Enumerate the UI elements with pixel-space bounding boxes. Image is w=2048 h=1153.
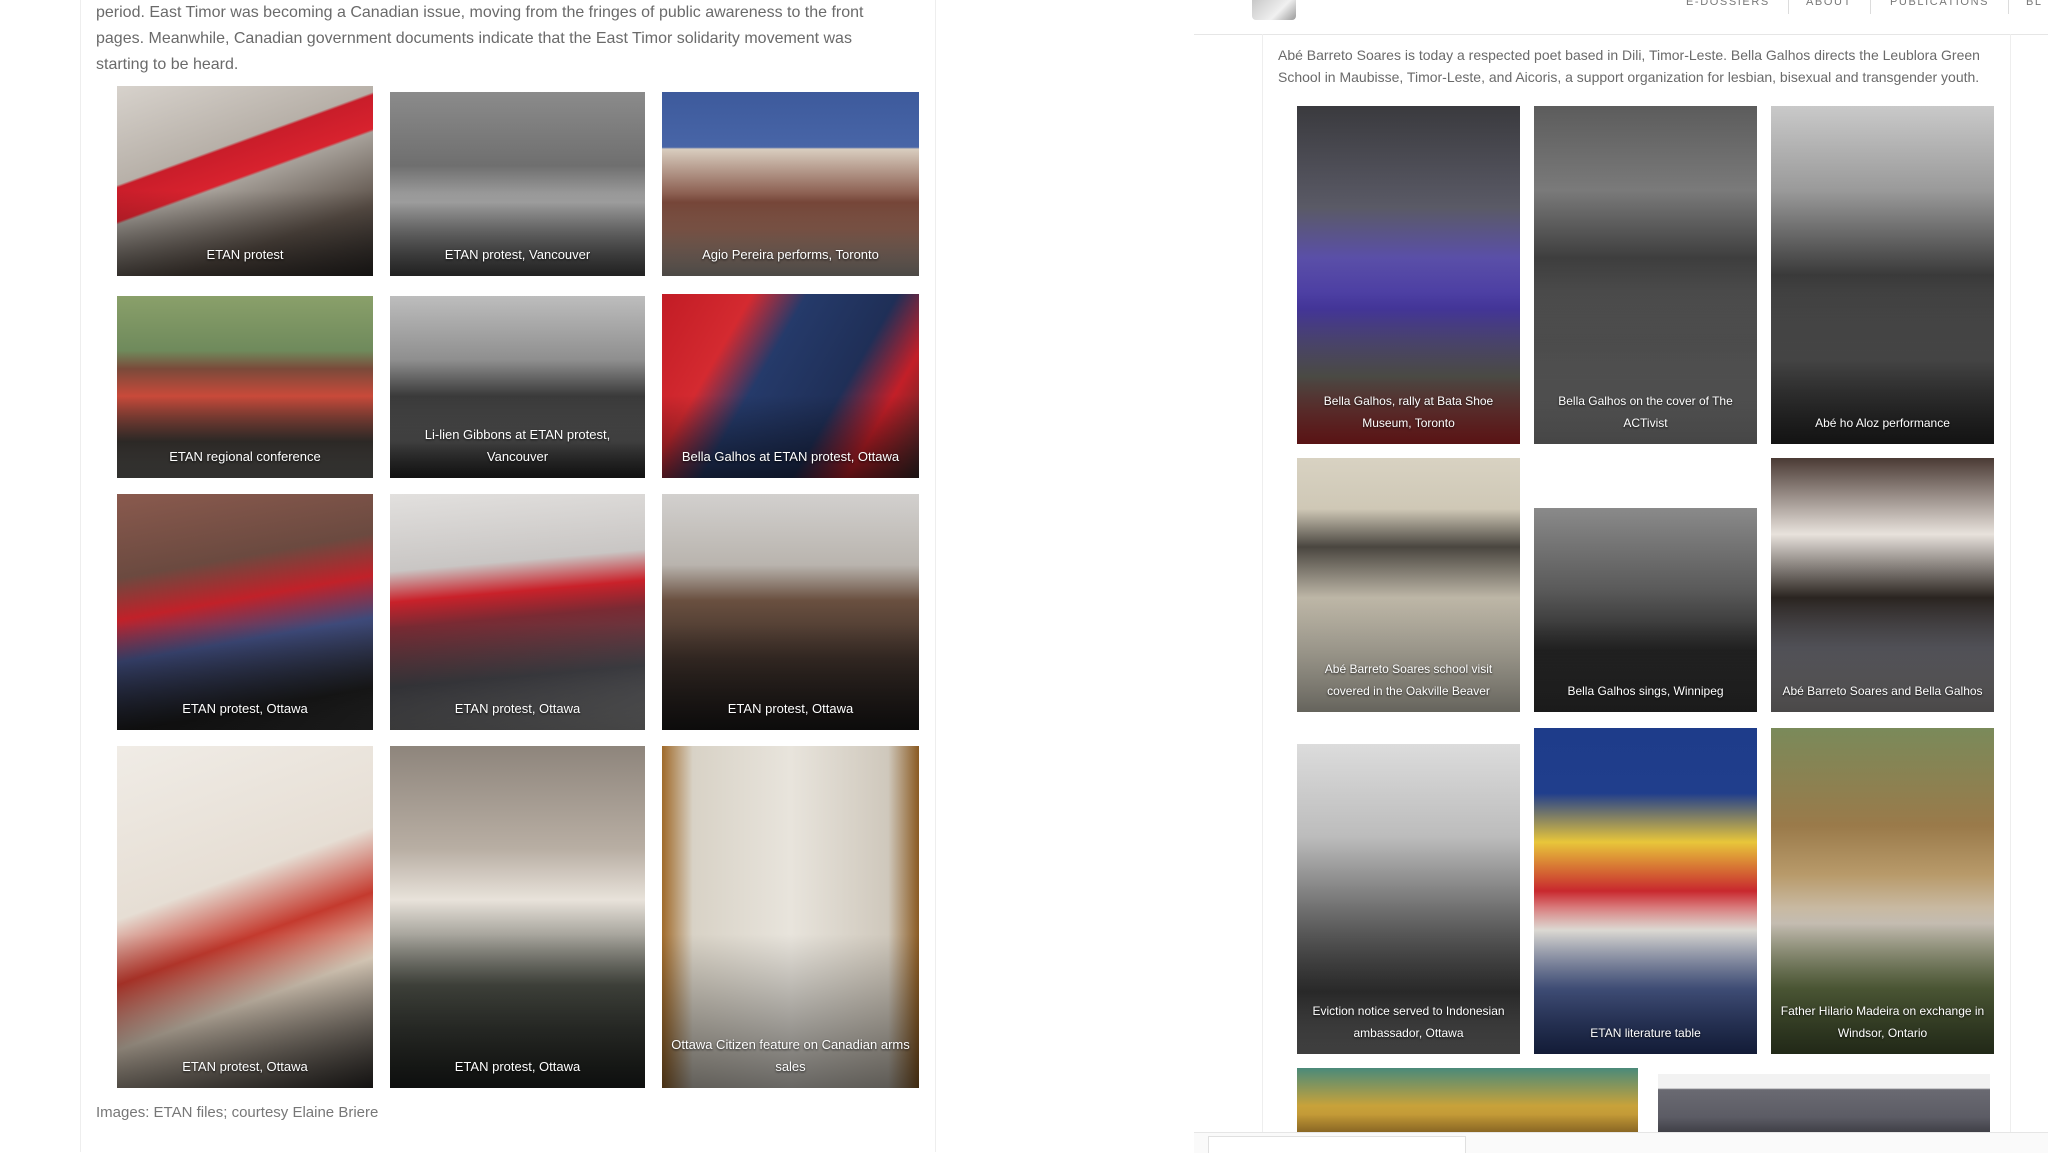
gallery-tile-etan-protest-ottawa-1[interactable]: ETAN protest, Ottawa [117, 494, 373, 730]
nav-item-e-dossiers[interactable]: E-DOSSIERS [1686, 0, 1770, 8]
gallery-caption: ETAN protest, Ottawa [454, 701, 581, 716]
gallery-caption: Abé Barreto Soares and Bella Galhos [1782, 684, 1983, 698]
gallery-tile-etan-regional-conference[interactable]: ETAN regional conference [117, 296, 373, 478]
gallery-tile-bella-galhos-activist-cover[interactable]: Bella Galhos on the cover of The ACTivis… [1534, 106, 1757, 444]
nav-item-about[interactable]: ABOUT [1806, 0, 1852, 8]
gallery-caption: ETAN literature table [1590, 1026, 1701, 1040]
gallery-caption: ETAN protest, Ottawa [454, 1059, 581, 1074]
nav-separator [1870, 0, 1871, 14]
photo-image [117, 494, 373, 730]
gallery-caption: Ottawa Citizen feature on Canadian arms … [671, 1037, 910, 1074]
left-intro-paragraph: period. East Timor was becoming a Canadi… [96, 4, 864, 73]
nav-separator [1788, 0, 1789, 14]
photo-image [662, 494, 919, 730]
nav-item-publications[interactable]: PUBLICATIONS [1890, 0, 1989, 8]
image-credit: Images: ETAN files; courtesy Elaine Brie… [96, 1104, 379, 1121]
photo-image [117, 746, 373, 1088]
nav-item-blog[interactable]: BL [2026, 0, 2043, 8]
photo-image [390, 494, 645, 730]
gallery-tile-etan-literature-table[interactable]: ETAN literature table [1534, 728, 1757, 1054]
content-border-left [1262, 34, 1263, 1152]
gallery-tile-abe-and-bella[interactable]: Abé Barreto Soares and Bella Galhos [1771, 458, 1994, 712]
bottom-tab[interactable] [1208, 1136, 1466, 1153]
gallery-tile-ottawa-citizen-feature[interactable]: Ottawa Citizen feature on Canadian arms … [662, 746, 919, 1088]
gallery-caption: Eviction notice served to Indonesian amb… [1312, 1004, 1505, 1040]
photo-image [1771, 106, 1994, 444]
gallery-caption: Father Hilario Madeira on exchange in Wi… [1780, 1004, 1985, 1040]
gallery-tile-agio-pereira[interactable]: Agio Pereira performs, Toronto [662, 92, 919, 276]
gallery-tile-bella-galhos-sings[interactable]: Bella Galhos sings, Winnipeg [1534, 508, 1757, 712]
gallery-tile-etan-protest-ottawa-5[interactable]: ETAN protest, Ottawa [390, 746, 645, 1088]
gallery-tile-abe-ho-aloz[interactable]: Abé ho Aloz performance [1771, 106, 1994, 444]
gallery-caption: ETAN protest, Ottawa [182, 701, 308, 716]
gallery-caption: Abé Barreto Soares school visit covered … [1324, 662, 1493, 698]
gallery-tile-oakville-beaver[interactable]: Abé Barreto Soares school visit covered … [1297, 458, 1520, 712]
gallery-tile-bella-galhos-ottawa[interactable]: Bella Galhos at ETAN protest, Ottawa [662, 294, 919, 478]
gallery-tile-etan-protest-ottawa-2[interactable]: ETAN protest, Ottawa [390, 494, 645, 730]
nav-separator [2008, 0, 2009, 14]
gallery-caption: Li-lien Gibbons at ETAN protest, Vancouv… [424, 427, 611, 464]
photo-image [390, 746, 645, 1088]
site-logo-icon[interactable] [1252, 0, 1296, 20]
gallery-caption: Bella Galhos, rally at Bata Shoe Museum,… [1323, 394, 1494, 430]
gallery-caption: Abé ho Aloz performance [1815, 416, 1950, 430]
gallery-caption: ETAN protest, Ottawa [727, 701, 854, 716]
gallery-caption: Bella Galhos sings, Winnipeg [1567, 684, 1724, 698]
content-border-right [2010, 34, 2011, 1152]
gallery-caption: Bella Galhos on the cover of The ACTivis… [1558, 394, 1733, 430]
gallery-caption: Bella Galhos at ETAN protest, Ottawa [681, 449, 900, 464]
gallery-tile-eviction-notice[interactable]: Eviction notice served to Indonesian amb… [1297, 744, 1520, 1054]
gallery-tile-father-hilario[interactable]: Father Hilario Madeira on exchange in Wi… [1771, 728, 1994, 1054]
gallery-tile-etan-protest-ottawa-3[interactable]: ETAN protest, Ottawa [662, 494, 919, 730]
gallery-caption: ETAN regional conference [169, 449, 321, 464]
photo-image [1771, 458, 1994, 712]
gallery-tile-etan-protest-vancouver[interactable]: ETAN protest, Vancouver [390, 92, 645, 276]
right-intro-paragraph: Abé Barreto Soares is today a respected … [1278, 47, 1980, 85]
gallery-caption: Agio Pereira performs, Toronto [702, 247, 879, 262]
gallery-caption: ETAN protest, Vancouver [444, 247, 591, 262]
gallery-caption: ETAN protest, Ottawa [182, 1059, 308, 1074]
photo-image [1534, 728, 1757, 1054]
gallery-tile-etan-protest-ottawa-4[interactable]: ETAN protest, Ottawa [117, 746, 373, 1088]
gallery-tile-etan-protest[interactable]: ETAN protest [117, 86, 373, 276]
gallery-tile-li-lien-gibbons[interactable]: Li-lien Gibbons at ETAN protest, Vancouv… [390, 296, 645, 478]
gallery-tile-bella-galhos-rally[interactable]: Bella Galhos, rally at Bata Shoe Museum,… [1297, 106, 1520, 444]
gallery-caption: ETAN protest [206, 247, 284, 262]
